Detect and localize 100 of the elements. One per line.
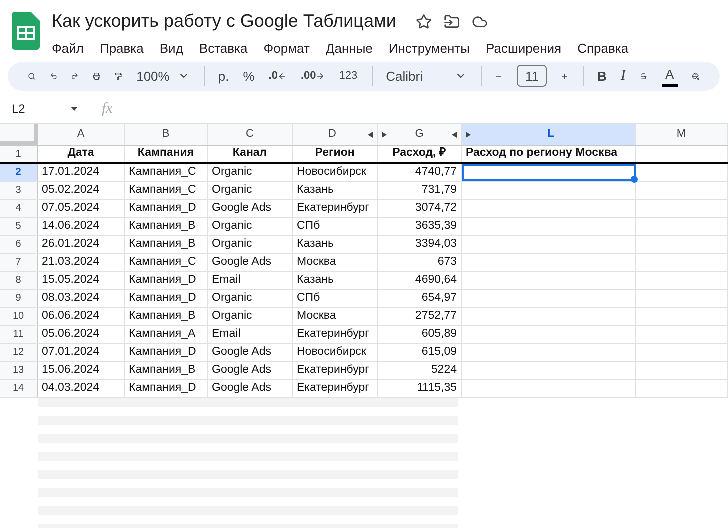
table-cell[interactable]: Кампания_C — [125, 182, 208, 199]
table-cell[interactable]: 07.05.2024 — [38, 200, 125, 217]
table-cell[interactable]: СПб — [293, 290, 378, 307]
number-format-button[interactable]: 123 — [339, 62, 358, 90]
column-header[interactable]: D — [293, 124, 378, 145]
bold-button[interactable]: B — [597, 62, 607, 90]
table-cell[interactable]: 3635,39 — [378, 218, 462, 235]
table-cell[interactable]: 14.06.2024 — [38, 218, 125, 235]
table-cell[interactable]: Кампания_B — [125, 362, 208, 379]
table-cell[interactable]: СПб — [293, 218, 378, 235]
decrease-decimal-button[interactable]: .0 — [268, 62, 287, 90]
table-cell[interactable]: Новосибирск — [293, 164, 378, 181]
row-header[interactable]: 14 — [0, 380, 38, 397]
table-cell[interactable]: Organic — [208, 164, 293, 181]
table-cell[interactable]: 21.03.2024 — [38, 254, 125, 271]
table-cell[interactable]: 615,09 — [378, 344, 462, 361]
table-cell[interactable]: 05.02.2024 — [38, 182, 125, 199]
text-color-button[interactable]: A — [662, 65, 678, 88]
table-cell[interactable]: 08.03.2024 — [38, 290, 125, 307]
table-cell[interactable]: Казань — [293, 182, 378, 199]
row-header[interactable]: 2 — [0, 164, 38, 181]
table-cell[interactable]: 17.01.2024 — [38, 164, 125, 181]
table-cell[interactable]: Organic — [208, 290, 293, 307]
menu-item[interactable]: Расширения — [486, 39, 562, 58]
table-cell[interactable]: Organic — [208, 308, 293, 325]
table-cell[interactable]: Казань — [293, 272, 378, 289]
table-cell[interactable]: Google Ads — [208, 380, 293, 397]
document-title[interactable]: Как ускорить работу с Google Таблицами — [52, 8, 396, 35]
table-cell[interactable]: Москва — [293, 254, 378, 271]
table-cell[interactable]: Канал — [208, 146, 293, 162]
table-cell[interactable]: Google Ads — [208, 344, 293, 361]
table-cell[interactable]: 2752,77 — [378, 308, 462, 325]
table-cell[interactable]: Кампания_D — [125, 344, 208, 361]
font-dropdown[interactable]: Calibri — [386, 62, 467, 90]
row-header[interactable]: 8 — [0, 272, 38, 289]
table-cell[interactable]: Казань — [293, 236, 378, 253]
table-cell[interactable]: 15.05.2024 — [38, 272, 125, 289]
table-cell[interactable]: Кампания_B — [125, 218, 208, 235]
table-cell[interactable]: Новосибирск — [293, 344, 378, 361]
table-cell[interactable]: Екатеринбург — [293, 326, 378, 343]
row-header[interactable]: 10 — [0, 308, 38, 325]
table-cell[interactable]: Дата — [38, 146, 125, 162]
table-cell[interactable]: 04.03.2024 — [38, 380, 125, 397]
table-cell[interactable]: Кампания_D — [125, 290, 208, 307]
folder-icon[interactable] — [444, 14, 460, 30]
table-cell[interactable]: 06.06.2024 — [38, 308, 125, 325]
table-cell[interactable]: 4690,64 — [378, 272, 462, 289]
table-cell[interactable]: 3394,03 — [378, 236, 462, 253]
currency-format-button[interactable]: р. — [218, 62, 230, 90]
table-cell[interactable]: 605,89 — [378, 326, 462, 343]
percent-format-button[interactable]: % — [243, 62, 255, 90]
table-cell[interactable]: 3074,72 — [378, 200, 462, 217]
table-cell[interactable]: Email — [208, 326, 293, 343]
increase-decimal-button[interactable]: .00 — [300, 62, 326, 90]
row-header[interactable]: 9 — [0, 290, 38, 307]
table-cell[interactable]: Email — [208, 272, 293, 289]
left-triangle-icon[interactable] — [452, 132, 457, 138]
select-all-corner[interactable] — [0, 124, 38, 145]
right-triangle-icon[interactable] — [466, 132, 471, 138]
table-cell[interactable]: Екатеринбург — [293, 362, 378, 379]
menu-item[interactable]: Файл — [52, 39, 84, 58]
selected-cell[interactable] — [462, 164, 636, 181]
column-header[interactable]: B — [125, 124, 208, 145]
table-cell[interactable]: Google Ads — [208, 362, 293, 379]
table-cell[interactable]: Расход, ₽ — [378, 146, 462, 162]
table-cell[interactable]: Organic — [208, 182, 293, 199]
table-cell[interactable]: 4740,77 — [378, 164, 462, 181]
menu-item[interactable]: Вставка — [199, 39, 248, 58]
table-cell[interactable]: Кампания_C — [125, 164, 208, 181]
star-icon[interactable] — [416, 14, 432, 30]
table-cell[interactable]: Google Ads — [208, 200, 293, 217]
row-header[interactable]: 12 — [0, 344, 38, 361]
row-header[interactable]: 1 — [0, 146, 38, 162]
table-cell[interactable]: 731,79 — [378, 182, 462, 199]
menu-item[interactable]: Вид — [160, 39, 184, 58]
table-cell[interactable]: Кампания_D — [125, 272, 208, 289]
table-cell[interactable]: Кампания_B — [125, 236, 208, 253]
row-header[interactable]: 4 — [0, 200, 38, 217]
table-cell[interactable]: Екатеринбург — [293, 200, 378, 217]
row-header[interactable]: 6 — [0, 236, 38, 253]
table-cell[interactable]: Расход по региону Москва — [462, 146, 636, 162]
menu-item[interactable]: Данные — [326, 39, 373, 58]
table-cell[interactable]: 654,97 — [378, 290, 462, 307]
table-cell[interactable]: Екатеринбург — [293, 380, 378, 397]
font-size-field[interactable]: 11 — [517, 65, 548, 88]
table-cell[interactable]: 5224 — [378, 362, 462, 379]
row-header[interactable]: 5 — [0, 218, 38, 235]
table-cell[interactable]: 07.01.2024 — [38, 344, 125, 361]
cloud-icon[interactable] — [472, 14, 488, 30]
right-triangle-icon[interactable] — [382, 132, 387, 138]
column-header[interactable]: C — [208, 124, 293, 145]
table-cell[interactable]: Кампания_C — [125, 254, 208, 271]
menu-item[interactable]: Правка — [100, 39, 144, 58]
table-cell[interactable]: Organic — [208, 218, 293, 235]
table-cell[interactable]: Кампания_D — [125, 200, 208, 217]
table-cell[interactable]: Google Ads — [208, 254, 293, 271]
table-cell[interactable]: Кампания — [125, 146, 208, 162]
column-header[interactable]: M — [636, 124, 728, 145]
table-cell[interactable]: 1115,35 — [378, 380, 462, 397]
table-cell[interactable]: Кампания_B — [125, 308, 208, 325]
